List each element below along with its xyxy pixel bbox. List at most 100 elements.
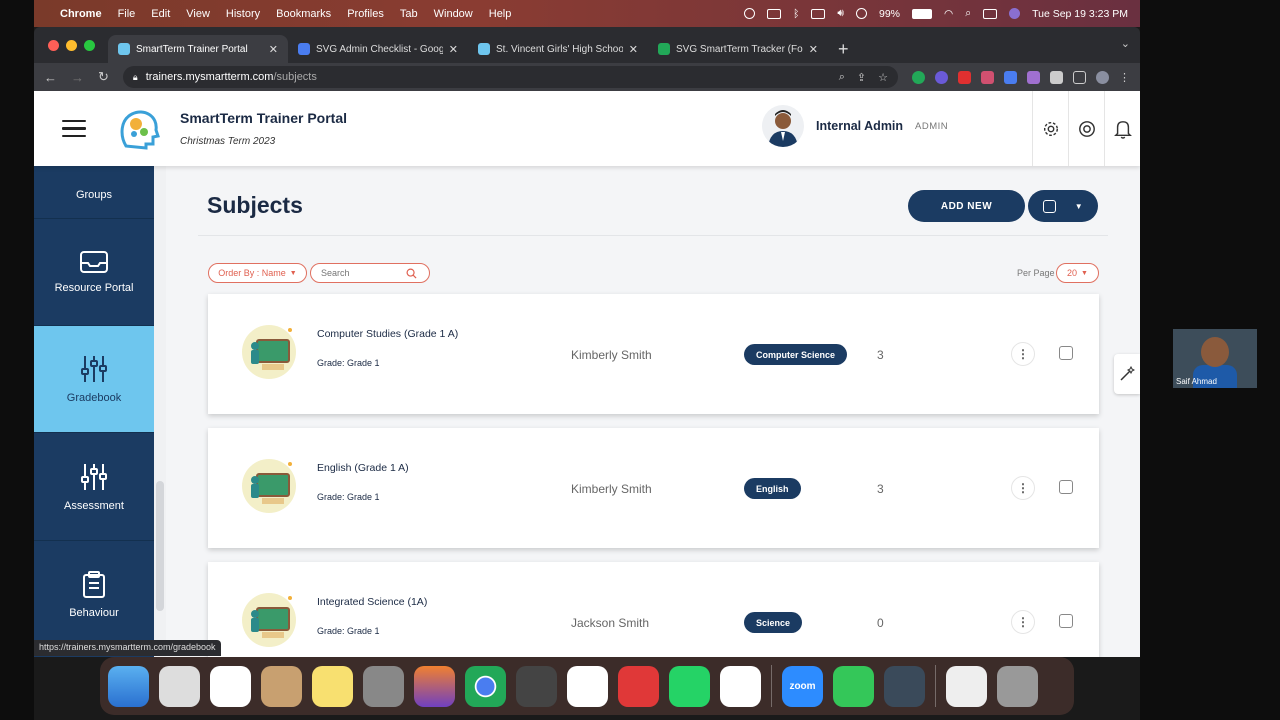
extension-icon[interactable] (1027, 70, 1040, 84)
tab-tracker[interactable]: SVG SmartTerm Tracker (For A ✕ (648, 35, 828, 63)
tab-close-icon[interactable]: ✕ (809, 43, 818, 56)
menu-window[interactable]: Window (434, 8, 473, 20)
menu-bookmarks[interactable]: Bookmarks (276, 8, 331, 20)
sidebar-item-assessment[interactable]: Assessment (34, 434, 154, 541)
chevron-down-icon[interactable]: ▼ (1075, 202, 1083, 211)
add-new-button[interactable]: ADD NEW (908, 190, 1025, 222)
tab-school[interactable]: St. Vincent Girls' High School ✕ (468, 35, 648, 63)
tab-admin-checklist[interactable]: SVG Admin Checklist - Google ✕ (288, 35, 468, 63)
url-field[interactable]: 🔒︎ trainers.mysmartterm.com/subjects ⌕ ⇪… (122, 66, 898, 88)
notes-icon[interactable] (312, 665, 353, 707)
firefox-icon[interactable] (414, 665, 455, 707)
bookmark-star-icon[interactable]: ☆ (878, 71, 888, 84)
sidebar-item-behaviour[interactable]: Behaviour (34, 542, 154, 649)
whatsapp-icon[interactable] (669, 665, 710, 707)
row-checkbox[interactable] (1059, 614, 1073, 628)
lock-icon[interactable]: 🔒︎ (133, 72, 138, 83)
settings-gear-icon[interactable] (1032, 91, 1068, 166)
menu-app-name[interactable]: Chrome (60, 8, 102, 20)
reload-icon[interactable]: ↻ (98, 69, 109, 85)
subject-card[interactable]: Computer Studies (Grade 1 A) Grade: Grad… (208, 294, 1099, 414)
subject-name[interactable]: Computer Studies (Grade 1 A) (317, 328, 458, 340)
order-by-dropdown[interactable]: Order By : Name ▼ (208, 263, 307, 283)
sidebar-item-resource-portal[interactable]: Resource Portal (34, 219, 154, 326)
tab-close-icon[interactable]: ✕ (449, 43, 458, 56)
trash-icon[interactable] (997, 665, 1038, 707)
back-icon[interactable]: ← (44, 70, 57, 85)
select-all-checkbox[interactable] (1043, 199, 1057, 213)
row-checkbox[interactable] (1059, 480, 1073, 494)
subject-name[interactable]: Integrated Science (1A) (317, 596, 427, 608)
reminders-icon[interactable] (720, 665, 761, 707)
zoom-window-icon[interactable] (84, 40, 95, 51)
close-window-icon[interactable] (48, 40, 59, 51)
menu-profiles[interactable]: Profiles (347, 8, 384, 20)
hamburger-menu-icon[interactable] (62, 119, 86, 138)
quicktime-icon[interactable] (884, 665, 925, 707)
more-options-icon[interactable]: ⋮ (1011, 476, 1035, 500)
menu-tab[interactable]: Tab (400, 8, 418, 20)
smartterm-logo[interactable] (116, 105, 162, 152)
new-tab-icon[interactable]: + (828, 39, 859, 60)
profile-avatar[interactable] (1096, 70, 1109, 84)
share-icon[interactable]: ⇪ (857, 71, 866, 84)
extension-icon[interactable] (981, 70, 994, 84)
contacts-icon[interactable] (261, 665, 302, 707)
system-settings-icon[interactable] (363, 665, 404, 707)
menu-view[interactable]: View (186, 8, 210, 20)
sidebar-item-gradebook[interactable]: Gradebook (34, 326, 154, 433)
avatar[interactable] (762, 105, 804, 147)
menu-help[interactable]: Help (489, 8, 512, 20)
more-options-icon[interactable]: ⋮ (1011, 610, 1035, 634)
tab-close-icon[interactable]: ✕ (629, 43, 638, 56)
menubar-datetime[interactable]: Tue Sep 19 3:23 PM (1032, 8, 1128, 20)
more-options-icon[interactable]: ⋮ (1011, 342, 1035, 366)
chrome-icon[interactable] (465, 665, 506, 707)
wifi-icon[interactable]: ◠ (944, 8, 953, 20)
finder-icon[interactable] (108, 665, 149, 707)
control-center-icon[interactable] (983, 8, 998, 19)
help-lifebuoy-icon[interactable] (1068, 91, 1104, 166)
zoom-icon[interactable]: zoom (782, 665, 823, 707)
siri-icon[interactable] (1009, 8, 1021, 19)
row-checkbox[interactable] (1059, 346, 1073, 360)
sidepanel-icon[interactable] (1073, 70, 1086, 84)
menu-file[interactable]: File (118, 8, 136, 20)
tab-search-chevron-icon[interactable]: ⌄ (1121, 37, 1130, 50)
sidebar-scrollbar-thumb[interactable] (156, 481, 164, 611)
play-icon[interactable] (856, 8, 867, 19)
document-icon[interactable] (946, 665, 987, 707)
subject-card[interactable]: Integrated Science (1A) Grade: Grade 1 J… (208, 562, 1099, 657)
time-machine-icon[interactable] (744, 8, 756, 19)
slack-icon[interactable] (567, 665, 608, 707)
translate-icon[interactable] (1004, 70, 1017, 84)
extension-gear-icon[interactable] (935, 70, 948, 84)
calculator-icon[interactable] (516, 665, 557, 707)
user-profile[interactable]: Internal Admin ADMIN (762, 105, 948, 147)
search-field[interactable] (310, 263, 430, 283)
forward-icon[interactable]: → (71, 70, 84, 85)
menu-edit[interactable]: Edit (151, 8, 170, 20)
bluetooth-icon[interactable]: ᛒ (793, 8, 799, 20)
expressvpn-icon[interactable] (618, 665, 659, 707)
subject-card[interactable]: English (Grade 1 A) Grade: Grade 1 Kimbe… (208, 428, 1099, 548)
menu-history[interactable]: History (226, 8, 260, 20)
battery-icon[interactable] (912, 8, 933, 19)
per-page-dropdown[interactable]: 20 ▼ (1056, 263, 1099, 283)
facetime-icon[interactable] (833, 665, 874, 707)
screen-mirror-icon[interactable] (811, 8, 826, 19)
search-icon[interactable] (406, 268, 417, 279)
puzzle-icon[interactable] (1050, 70, 1063, 84)
magic-wand-icon[interactable] (1114, 354, 1140, 394)
search-input[interactable] (321, 268, 406, 278)
grammarly-icon[interactable] (912, 70, 925, 84)
photos-icon[interactable] (210, 665, 251, 707)
display-icon[interactable] (767, 8, 782, 19)
tab-close-icon[interactable]: ✕ (269, 43, 278, 56)
launchpad-icon[interactable] (159, 665, 200, 707)
bulk-select-button[interactable]: ▼ (1028, 190, 1098, 222)
youtube-icon[interactable] (958, 70, 971, 84)
minimize-window-icon[interactable] (66, 40, 77, 51)
zoom-icon[interactable]: ⌕ (839, 71, 845, 84)
volume-icon[interactable]: 🔊︎ (837, 7, 844, 20)
